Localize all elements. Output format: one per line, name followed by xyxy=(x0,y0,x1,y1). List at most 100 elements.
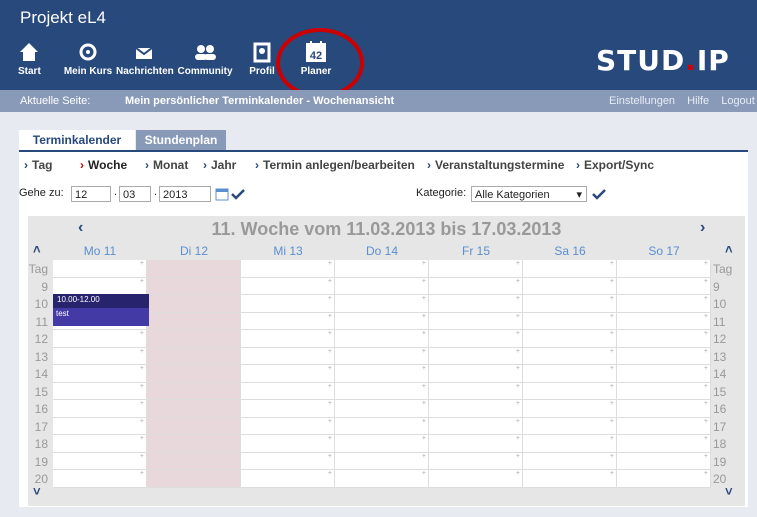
calendar-cell[interactable]: + xyxy=(241,470,335,488)
calendar-cell[interactable]: + xyxy=(429,347,523,365)
calendar-cell[interactable]: + xyxy=(617,277,711,295)
calendar-cell[interactable] xyxy=(147,417,241,435)
add-event-icon[interactable]: + xyxy=(516,348,520,355)
add-event-icon[interactable]: + xyxy=(140,453,144,460)
calendar-cell[interactable]: + xyxy=(335,312,429,330)
tab-stundenplan[interactable]: Stundenplan xyxy=(136,130,226,150)
calendar-cell[interactable]: + xyxy=(617,365,711,383)
goto-confirm-check-icon[interactable] xyxy=(231,188,245,200)
calendar-cell[interactable]: + xyxy=(335,277,429,295)
calendar-cell[interactable]: + xyxy=(335,382,429,400)
calendar-cell[interactable]: + xyxy=(53,417,147,435)
calendar-cell[interactable]: + xyxy=(429,452,523,470)
add-event-icon[interactable]: + xyxy=(610,418,614,425)
add-event-icon[interactable]: + xyxy=(422,330,426,337)
calendar-cell[interactable]: + xyxy=(53,452,147,470)
add-event-icon[interactable]: + xyxy=(516,453,520,460)
calendar-cell[interactable]: + xyxy=(617,382,711,400)
calendar-cell[interactable]: + xyxy=(53,260,147,278)
calendar-cell[interactable]: + xyxy=(241,365,335,383)
add-event-icon[interactable]: + xyxy=(516,313,520,320)
calendar-cell[interactable] xyxy=(147,260,241,278)
calendar-cell[interactable]: + xyxy=(617,312,711,330)
calendar-cell[interactable] xyxy=(147,400,241,418)
calendar-cell[interactable]: + xyxy=(429,312,523,330)
calendar-cell[interactable]: + xyxy=(53,330,147,348)
calendar-cell[interactable]: + xyxy=(241,295,335,313)
add-event-icon[interactable]: + xyxy=(704,435,708,442)
calendar-cell[interactable]: + xyxy=(241,312,335,330)
add-event-icon[interactable]: + xyxy=(704,383,708,390)
calendar-cell[interactable]: + xyxy=(523,452,617,470)
nav-start[interactable]: Start xyxy=(18,40,41,77)
calendar-cell[interactable]: + xyxy=(241,347,335,365)
scroll-up-icon[interactable]: ˄ xyxy=(33,242,41,257)
view-monat[interactable]: › Monat xyxy=(145,158,188,172)
add-event-icon[interactable]: + xyxy=(610,453,614,460)
add-event-icon[interactable]: + xyxy=(422,400,426,407)
add-event-icon[interactable]: + xyxy=(140,418,144,425)
calendar-cell[interactable]: + xyxy=(429,400,523,418)
calendar-cell[interactable]: + xyxy=(241,277,335,295)
add-event-icon[interactable]: + xyxy=(516,418,520,425)
add-event-icon[interactable]: + xyxy=(704,400,708,407)
add-event-icon[interactable]: + xyxy=(328,260,332,267)
calendar-picker-icon[interactable] xyxy=(215,187,229,201)
calendar-cell[interactable]: + xyxy=(523,295,617,313)
add-event-icon[interactable]: + xyxy=(704,295,708,302)
add-event-icon[interactable]: + xyxy=(140,435,144,442)
calendar-cell[interactable] xyxy=(147,312,241,330)
add-event-icon[interactable]: + xyxy=(704,313,708,320)
add-event-icon[interactable]: + xyxy=(422,453,426,460)
logout-link[interactable]: Logout xyxy=(721,95,755,107)
calendar-cell[interactable]: + xyxy=(429,382,523,400)
calendar-cell[interactable]: + xyxy=(523,260,617,278)
tab-terminkalender[interactable]: Terminkalender xyxy=(19,130,135,150)
event-block[interactable]: 10.00-12.00 test xyxy=(53,294,149,326)
add-event-icon[interactable]: + xyxy=(422,470,426,477)
add-event-icon[interactable]: + xyxy=(328,453,332,460)
nav-profil[interactable]: Profil xyxy=(248,40,276,77)
calendar-cell[interactable]: + xyxy=(53,382,147,400)
add-event-icon[interactable]: + xyxy=(610,470,614,477)
add-event-icon[interactable]: + xyxy=(516,435,520,442)
calendar-cell[interactable]: + xyxy=(335,260,429,278)
calendar-cell[interactable]: + xyxy=(335,295,429,313)
add-event-icon[interactable]: + xyxy=(516,383,520,390)
add-event-icon[interactable]: + xyxy=(704,470,708,477)
add-event-icon[interactable]: + xyxy=(140,383,144,390)
calendar-cell[interactable]: + xyxy=(523,417,617,435)
add-event-icon[interactable]: + xyxy=(610,330,614,337)
add-event-icon[interactable]: + xyxy=(422,313,426,320)
nav-community[interactable]: Community xyxy=(177,40,233,77)
calendar-cell[interactable]: + xyxy=(617,435,711,453)
settings-link[interactable]: Einstellungen xyxy=(609,95,675,107)
goto-day-input[interactable]: 12 xyxy=(71,186,111,202)
add-event-icon[interactable]: + xyxy=(704,453,708,460)
calendar-cell[interactable]: + xyxy=(335,452,429,470)
help-link[interactable]: Hilfe xyxy=(687,95,709,107)
calendar-cell[interactable]: + xyxy=(617,400,711,418)
goto-month-input[interactable]: 03 xyxy=(119,186,151,202)
calendar-cell[interactable] xyxy=(147,277,241,295)
calendar-cell[interactable]: + xyxy=(523,277,617,295)
calendar-cell[interactable]: + xyxy=(429,435,523,453)
calendar-cell[interactable]: + xyxy=(429,260,523,278)
add-event-icon[interactable]: + xyxy=(140,470,144,477)
calendar-cell[interactable] xyxy=(147,365,241,383)
add-event-icon[interactable]: + xyxy=(610,348,614,355)
add-event-icon[interactable]: + xyxy=(422,295,426,302)
add-event-icon[interactable]: + xyxy=(328,330,332,337)
calendar-cell[interactable]: + xyxy=(429,295,523,313)
calendar-cell[interactable]: + xyxy=(617,260,711,278)
calendar-cell[interactable]: + xyxy=(335,400,429,418)
goto-year-input[interactable]: 2013 xyxy=(159,186,211,202)
add-event-icon[interactable]: + xyxy=(140,365,144,372)
add-event-icon[interactable]: + xyxy=(328,418,332,425)
calendar-cell[interactable]: + xyxy=(241,452,335,470)
add-event-icon[interactable]: + xyxy=(610,278,614,285)
view-veranstaltungstermine[interactable]: › Veranstaltungstermine xyxy=(427,158,564,172)
calendar-cell[interactable]: + xyxy=(617,452,711,470)
add-event-icon[interactable]: + xyxy=(328,383,332,390)
calendar-cell[interactable]: + xyxy=(53,470,147,488)
